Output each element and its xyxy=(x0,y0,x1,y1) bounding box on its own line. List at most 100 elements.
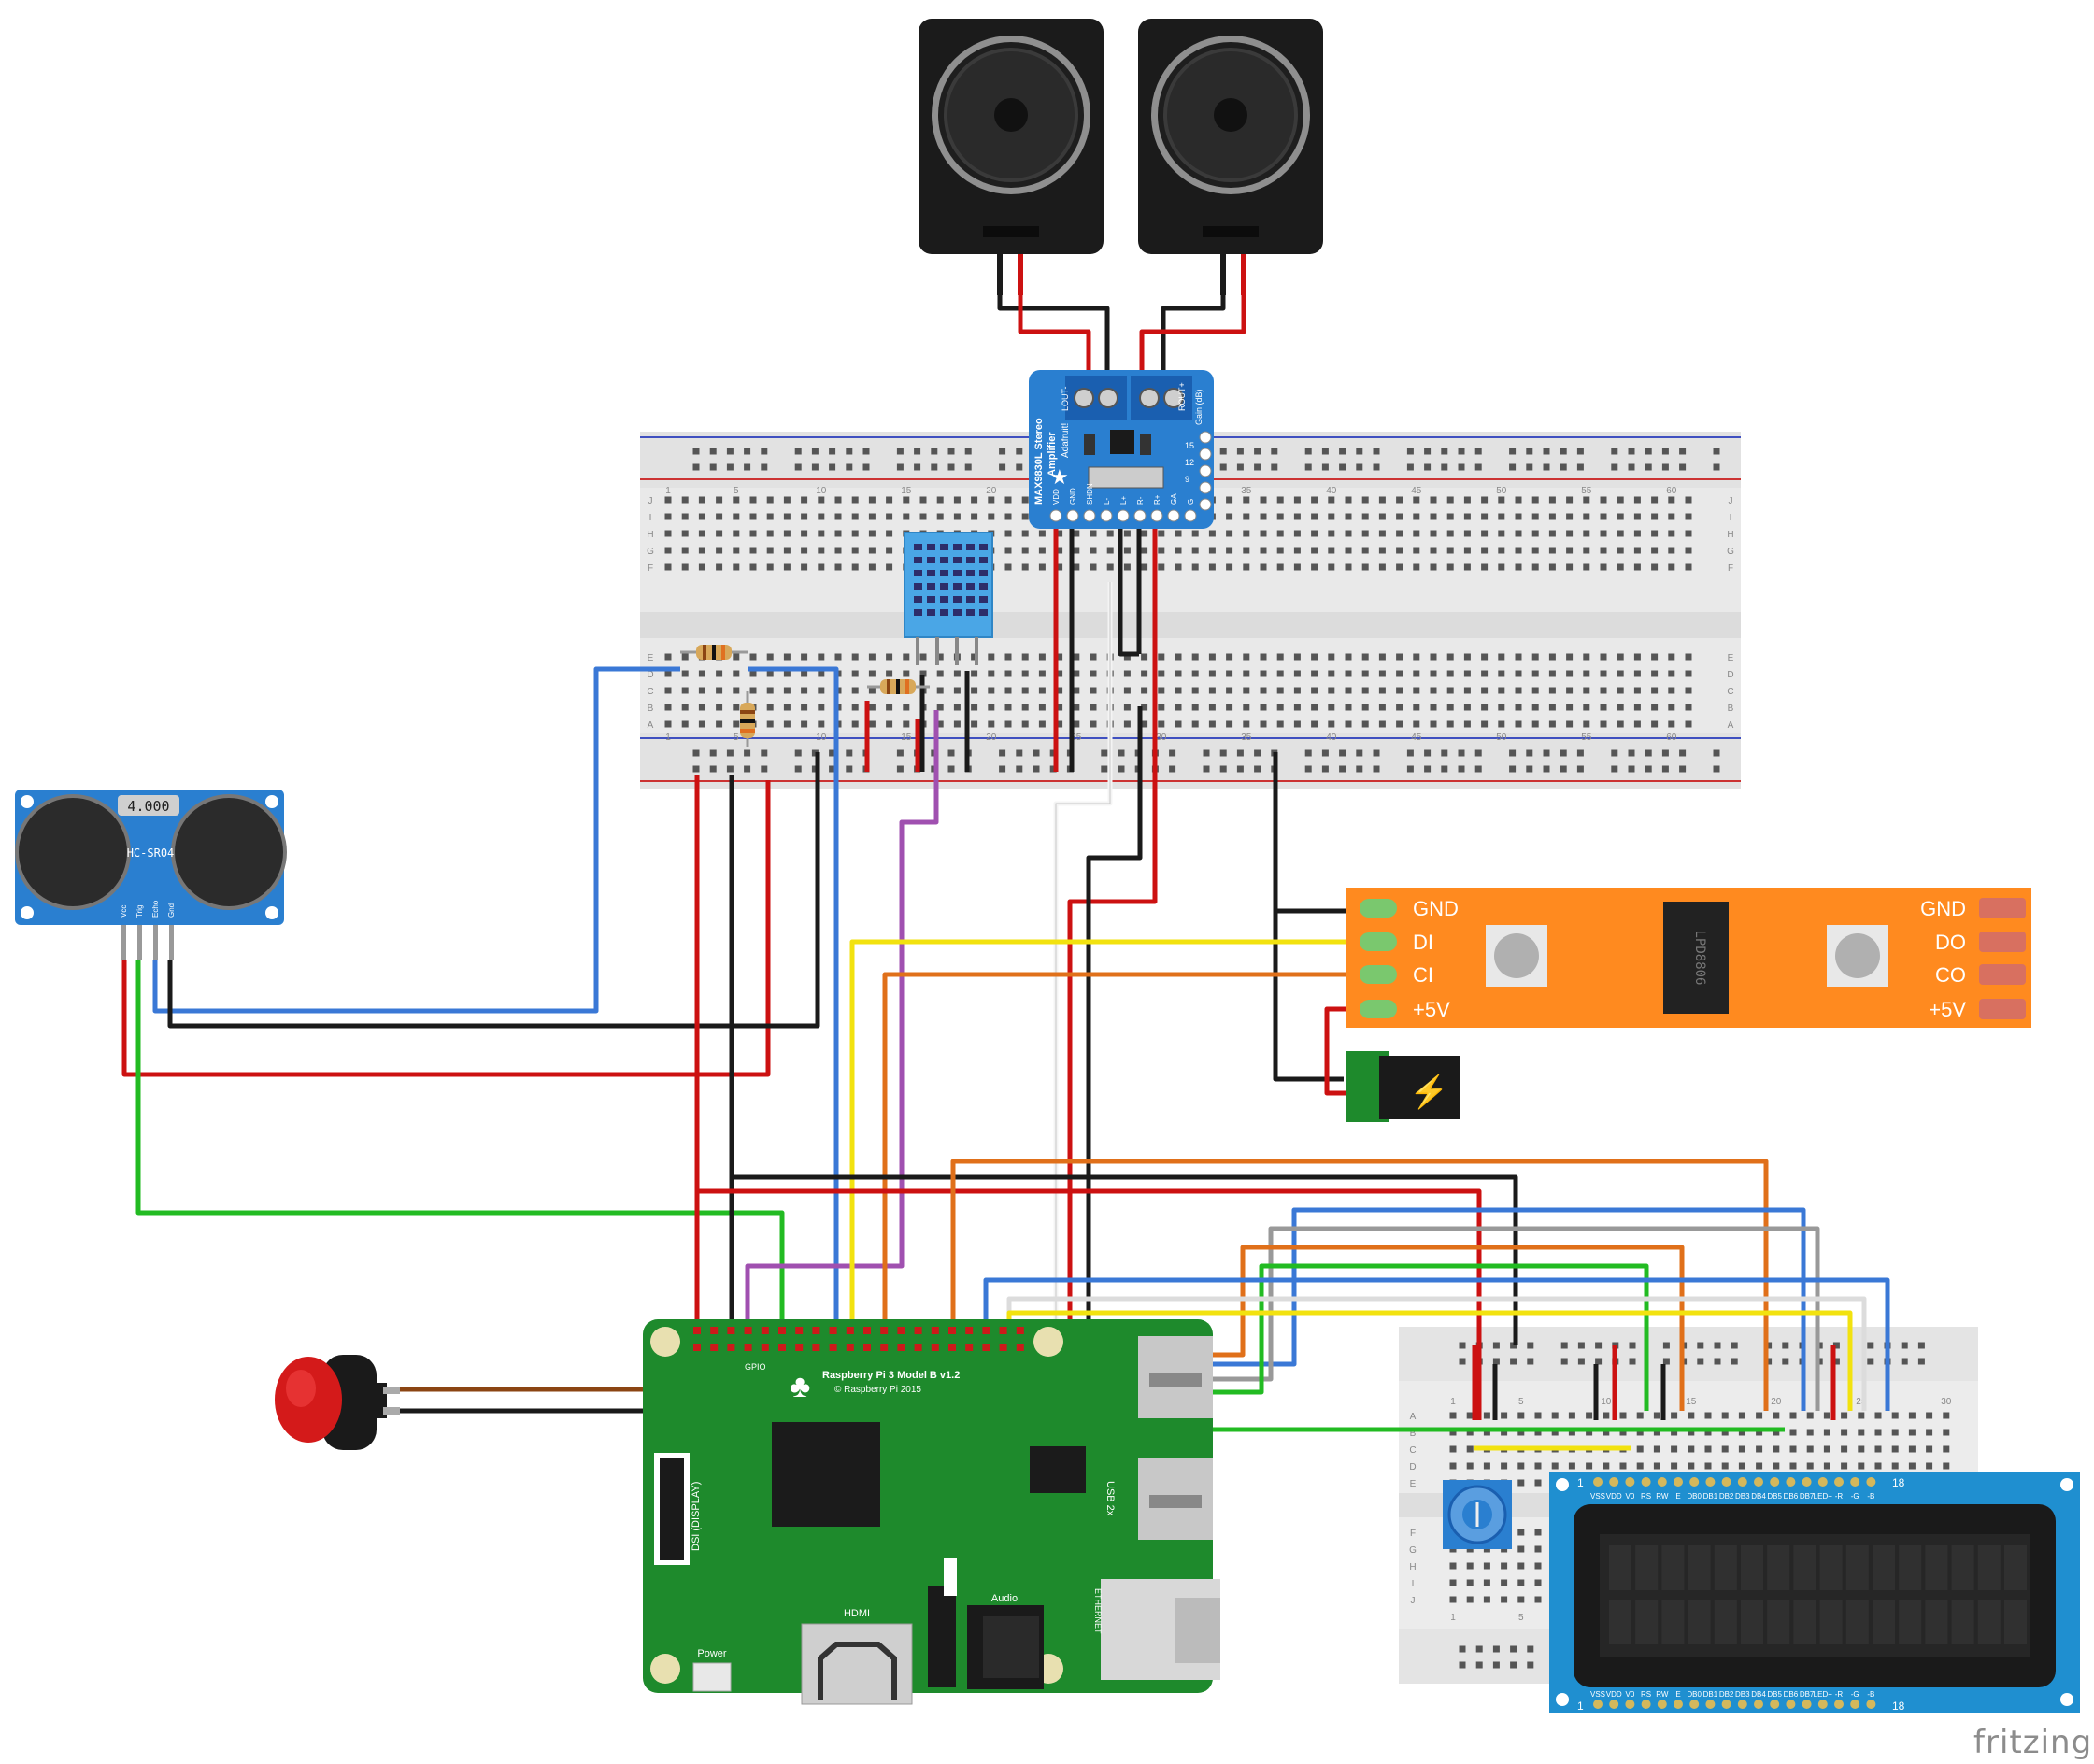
breadboard-column-number: 1 xyxy=(665,733,671,743)
amplifier-module: MAX9830L Stereo Amplifier Adafruit! LOUT… xyxy=(1029,370,1214,529)
lcd-pin-label: DB1 xyxy=(1703,1690,1718,1699)
ultrasonic-sensor: 4.000 HC-SR04 Vcc Trig Echo Gnd xyxy=(15,790,287,960)
breadboard-row-letter: C xyxy=(647,687,653,697)
raspberry-logo-icon: ♣ xyxy=(790,1369,810,1404)
pi-dsi-label: DSI (DISPLAY) xyxy=(691,1482,702,1551)
breadboard-row-letter: A xyxy=(648,720,654,731)
lcd-pin-label: DB3 xyxy=(1735,1492,1750,1501)
ultrasonic-display: 4.000 xyxy=(127,798,169,815)
amplifier-gain-value: 15 xyxy=(1185,441,1194,450)
breadboard-column-number: 5 xyxy=(734,733,739,743)
led-strip-input-label: +5V xyxy=(1413,998,1450,1021)
lcd-pin-label: RS xyxy=(1641,1492,1651,1501)
lcd-pin-label: DB6 xyxy=(1784,1492,1799,1501)
ultrasonic-pin-label: Gnd xyxy=(167,903,176,918)
lcd-pin-label: DB7 xyxy=(1800,1492,1815,1501)
amplifier-pin-label: GA xyxy=(1170,493,1178,505)
lcd-pin-label: VDD xyxy=(1606,1690,1622,1699)
ultrasonic-model: HC-SR04 xyxy=(127,846,175,860)
lcd-first-bottom: 1 xyxy=(1577,1700,1584,1713)
breadboard-column-number: 35 xyxy=(1241,486,1252,496)
potentiometer xyxy=(1443,1480,1512,1549)
led-strip-input-label: CI xyxy=(1413,963,1433,987)
amplifier-gain-value: 12 xyxy=(1185,458,1194,467)
breadboard-row-letter: C xyxy=(1409,1445,1416,1456)
breadboard-row-letter: E xyxy=(1410,1479,1417,1489)
led-chip-label: LPD8806 xyxy=(1692,930,1707,985)
breadboard-row-letter: H xyxy=(1727,530,1733,540)
breadboard-column-number: 60 xyxy=(1666,486,1677,496)
breadboard-row-letter: H xyxy=(647,530,653,540)
breadboard-row-letter: G xyxy=(647,547,654,557)
amplifier-lout: LOUT- xyxy=(1061,386,1070,411)
breadboard-column-number: 45 xyxy=(1411,733,1422,743)
breadboard-column-number: 20 xyxy=(986,733,997,743)
amplifier-pin-label: SHDN xyxy=(1086,483,1094,505)
fritzing-logo: fritzing xyxy=(1973,1724,2093,1761)
speaker-right xyxy=(1138,19,1323,295)
lcd-first-top: 1 xyxy=(1577,1476,1584,1489)
lcd-pin-label: DB5 xyxy=(1767,1690,1782,1699)
breadboard-row-letter: C xyxy=(1727,687,1733,697)
lcd-pin-label: DB0 xyxy=(1687,1690,1702,1699)
lcd-pin-label: DB0 xyxy=(1687,1492,1702,1501)
breadboard-row-letter: J xyxy=(1411,1596,1416,1606)
breadboard-row-letter: I xyxy=(649,513,652,523)
breadboard-row-letter: H xyxy=(1409,1562,1416,1572)
breadboard-column-number: 60 xyxy=(1666,733,1677,743)
breadboard-column-number: 20 xyxy=(986,486,997,496)
led-strip-output-label: GND xyxy=(1920,897,1966,920)
amplifier-pin-label: VDD xyxy=(1052,489,1061,505)
lcd-pin-label: DB7 xyxy=(1800,1690,1815,1699)
lcd-last-bottom: 18 xyxy=(1892,1700,1905,1713)
breadboard-row-letter: D xyxy=(647,670,653,680)
lcd-pin-label: -B xyxy=(1867,1492,1874,1501)
breadboard-column-number: 15 xyxy=(901,733,912,743)
lcd-pin-label: DB5 xyxy=(1767,1492,1782,1501)
amplifier-title: MAX9830L Stereo xyxy=(1033,418,1045,505)
lcd-pin-label: -R xyxy=(1835,1492,1844,1501)
breadboard-column-number: 15 xyxy=(1686,1397,1697,1407)
breadboard-column-number: 10 xyxy=(816,733,827,743)
breadboard-row-letter: F xyxy=(1410,1529,1416,1539)
led-strip-output-label: +5V xyxy=(1929,998,1966,1021)
breadboard-column-number: 35 xyxy=(1241,733,1252,743)
lcd-pin-label: DB6 xyxy=(1784,1690,1799,1699)
breadboard-column-number: 5 xyxy=(734,486,739,496)
lcd-pin-label: RS xyxy=(1641,1690,1651,1699)
pi-gpio-label: GPIO xyxy=(745,1362,766,1372)
lcd-pin-label: V0 xyxy=(1626,1690,1635,1699)
breadboard-row-letter: F xyxy=(1728,563,1733,574)
breadboard-column-number: 30 xyxy=(1941,1397,1952,1407)
lcd-pin-label: DB1 xyxy=(1703,1492,1718,1501)
lcd-pin-label: VSS xyxy=(1590,1690,1605,1699)
breadboard-row-letter: J xyxy=(1729,496,1733,506)
amplifier-pin-label: G xyxy=(1187,499,1195,505)
breadboard-column-number: 10 xyxy=(1601,1397,1612,1407)
star-icon: ★ xyxy=(1050,465,1069,489)
breadboard-row-letter: I xyxy=(1412,1579,1415,1589)
breadboard-row-letter: A xyxy=(1728,720,1734,731)
breadboard-row-letter: B xyxy=(1728,704,1734,714)
breadboard-column-number: 40 xyxy=(1326,733,1337,743)
breadboard-column-number: 30 xyxy=(1156,733,1167,743)
lcd-pin-label: LED+ xyxy=(1814,1690,1833,1699)
lcd-pin-label: VDD xyxy=(1606,1492,1622,1501)
amplifier-gain-value: 9 xyxy=(1185,475,1189,484)
breadboard-column-number: 55 xyxy=(1581,486,1592,496)
breadboard-column-number: 1 xyxy=(1450,1397,1456,1407)
circuit-diagram: 151015202530354045505560 151015202530354… xyxy=(15,19,2080,1713)
breadboard-row-letter: D xyxy=(1727,670,1733,680)
breadboard-row-letter: I xyxy=(1730,513,1732,523)
breadboard-column-number: 55 xyxy=(1581,733,1592,743)
lcd-pin-label: -G xyxy=(1851,1690,1859,1699)
breadboard-column-number: 50 xyxy=(1496,486,1507,496)
breadboard-column-number: 40 xyxy=(1326,486,1337,496)
push-button xyxy=(275,1355,400,1450)
amplifier-pin-label: L+ xyxy=(1119,496,1128,505)
lcd-pin-label: DB4 xyxy=(1751,1492,1766,1501)
lcd-pin-label: LED+ xyxy=(1814,1492,1833,1501)
raspberry-pi: Raspberry Pi 3 Model B v1.2 © Raspberry … xyxy=(643,1319,1220,1705)
led-strip: GND DI CI +5V GND DO CO +5V LPD8806 xyxy=(1346,888,2031,1028)
lcd-pin-label: -B xyxy=(1867,1690,1874,1699)
